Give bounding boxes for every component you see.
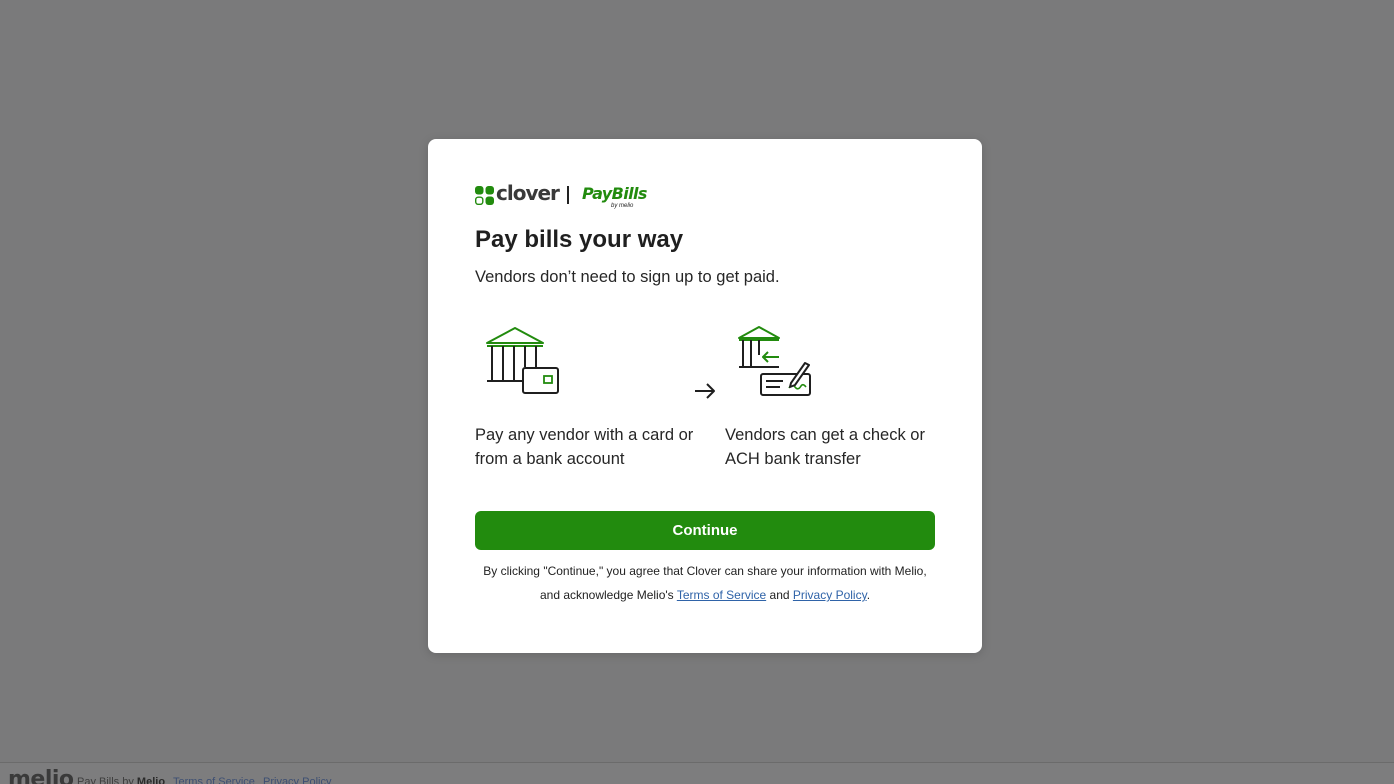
arrow-right-icon <box>695 383 715 399</box>
by-melio-wordmark: by melio <box>611 203 634 209</box>
modal-subtitle: Vendors don’t need to sign up to get pai… <box>475 268 780 286</box>
clover-logo-icon <box>475 186 494 205</box>
brand-header: clover PayBills by melio <box>475 181 675 210</box>
continue-button[interactable]: Continue <box>475 511 935 550</box>
paybills-wordmark: PayBills <box>582 184 647 203</box>
legal-suffix: . <box>866 588 871 602</box>
welcome-modal: clover PayBills by melio Pay bills your … <box>428 139 982 653</box>
footer-terms-link[interactable]: Terms of Service <box>173 775 255 784</box>
clover-wordmark: clover <box>496 181 560 205</box>
feature-pay-vendor: Pay any vendor with a card or from a ban… <box>475 426 694 468</box>
feature-vendor-receive: Vendors can get a check or ACH bank tran… <box>725 426 925 468</box>
footer-privacy-link[interactable]: Privacy Policy <box>263 775 331 784</box>
legal-disclaimer: By clicking "Continue," you agree that C… <box>472 559 938 607</box>
bank-check-icon <box>738 326 811 396</box>
footer-brand-prefix: Pay Bills by <box>77 776 134 784</box>
footer-brand: Pay Bills by Melio <box>77 775 165 784</box>
page-footer: melio Pay Bills by Melio Terms of Servic… <box>0 762 1394 784</box>
melio-logo: melio <box>8 767 74 784</box>
footer-brand-name: Melio <box>136 776 166 784</box>
brand-divider <box>567 186 569 204</box>
legal-and: and <box>769 588 790 602</box>
privacy-policy-link[interactable]: Privacy Policy <box>793 588 867 602</box>
bank-card-icon <box>486 327 559 394</box>
modal-title: Pay bills your way <box>475 226 684 253</box>
terms-of-service-link[interactable]: Terms of Service <box>677 588 766 602</box>
